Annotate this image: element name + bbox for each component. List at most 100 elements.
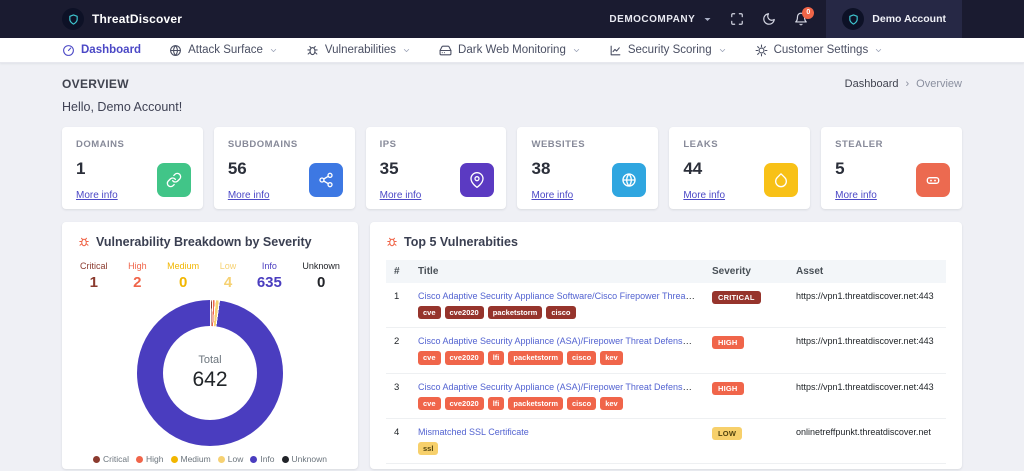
tag-badge: cisco	[567, 397, 596, 410]
chevron-down-icon	[269, 46, 278, 55]
severity-stats: Critical1High2Medium0Low4Info635Unknown0	[78, 261, 342, 291]
breadcrumb: Dashboard › Overview	[845, 78, 962, 90]
company-selector[interactable]: DEMOCOMPANY	[609, 14, 712, 25]
nav-item-attack-surface[interactable]: Attack Surface	[169, 44, 278, 57]
dark-mode-toggle[interactable]	[762, 12, 776, 26]
vulnerability-link[interactable]: Cisco Adaptive Security Appliance (ASA)/…	[418, 382, 696, 393]
stat-card-ips: IPS35More info	[366, 127, 507, 209]
severity-stat-info: Info635	[257, 261, 282, 291]
nav-item-dashboard[interactable]: Dashboard	[62, 44, 141, 57]
asset-value: https://vpn1.threatdiscover.net:443	[796, 336, 934, 346]
company-name: DEMOCOMPANY	[609, 14, 695, 25]
chart-legend: Critical High Medium Low Info Unknown	[78, 454, 342, 464]
bug-icon	[78, 236, 90, 248]
severity-badge: HIGH	[712, 336, 744, 349]
tag-badge: cve	[418, 397, 441, 410]
severity-donut-chart: Total 642	[137, 300, 283, 446]
stat-card-stealer: STEALER5More info	[821, 127, 962, 209]
vulnerability-link[interactable]: Cisco Adaptive Security Appliance Softwa…	[418, 291, 696, 302]
tag-badge: cve	[418, 351, 441, 364]
row-number: 2	[386, 328, 410, 373]
stat-label: IPS	[380, 139, 493, 150]
stat-card-domains: DOMAINS1More info	[62, 127, 203, 209]
bug-icon	[306, 44, 319, 57]
legend-dot	[218, 456, 225, 463]
fullscreen-button[interactable]	[730, 12, 744, 26]
breadcrumb-parent[interactable]: Dashboard	[845, 78, 899, 90]
legend-item-critical: Critical	[93, 454, 129, 464]
table-row: 5Expired SSL CertificatesslLOWvpn1.threa…	[386, 464, 946, 470]
vulnerability-link[interactable]: Cisco Adaptive Security Appliance (ASA)/…	[418, 336, 696, 347]
stat-label: LEAKS	[683, 139, 796, 150]
vuln-table-title: Top 5 Vulnerabities	[404, 235, 518, 249]
nav-item-vulnerabilities[interactable]: Vulnerabilities	[306, 44, 411, 57]
asset-value: onlinetreffpunkt.threatdiscover.net	[796, 427, 931, 437]
avatar	[842, 8, 864, 30]
legend-dot	[93, 456, 100, 463]
chevron-down-icon	[402, 46, 411, 55]
row-number: 5	[386, 464, 410, 470]
bug-icon	[386, 236, 398, 248]
top-vulnerabilities-panel: Top 5 Vulnerabities #TitleSeverityAsset …	[370, 222, 962, 469]
stat-card-leaks: LEAKS44More info	[669, 127, 810, 209]
table-row: 3Cisco Adaptive Security Appliance (ASA)…	[386, 373, 946, 418]
nav-item-security-scoring[interactable]: Security Scoring	[609, 44, 727, 57]
legend-item-low: Low	[218, 454, 244, 464]
table-header-row: #TitleSeverityAsset	[386, 260, 946, 283]
brand-shield-icon	[62, 8, 84, 30]
tag-badge: cisco	[546, 306, 575, 319]
more-info-link[interactable]: More info	[835, 190, 877, 201]
notifications-button[interactable]: 0	[794, 12, 808, 26]
legend-item-high: High	[136, 454, 163, 464]
link-icon	[157, 163, 191, 197]
table-row: 2 Cisco Adaptive Security Appliance (ASA)…	[386, 328, 946, 373]
gauge-icon	[62, 44, 75, 57]
more-info-link[interactable]: More info	[683, 190, 725, 201]
column-header-severity: Severity	[704, 260, 788, 283]
legend-item-info: Info	[250, 454, 274, 464]
stats-row: DOMAINS1More infoSUBDOMAINS56More infoIP…	[62, 127, 962, 209]
legend-item-medium: Medium	[171, 454, 211, 464]
vulnerabilities-table: #TitleSeverityAsset 1Cisco Adaptive Secu…	[386, 260, 946, 469]
gear-icon	[755, 44, 768, 57]
asset-value: https://vpn1.threatdiscover.net:443	[796, 382, 934, 392]
tag-badge: cisco	[567, 351, 596, 364]
mask-icon	[916, 163, 950, 197]
severity-stat-critical: Critical1	[80, 261, 108, 291]
severity-stat-medium: Medium0	[167, 261, 199, 291]
account-menu[interactable]: Demo Account	[826, 0, 962, 38]
account-name: Demo Account	[872, 13, 946, 25]
nav-item-customer-settings[interactable]: Customer Settings	[755, 44, 884, 57]
brand[interactable]: ThreatDiscover	[62, 8, 182, 30]
chevron-down-icon	[572, 46, 581, 55]
column-header-asset: Asset	[788, 260, 946, 283]
legend-dot	[282, 456, 289, 463]
severity-stat-low: Low4	[220, 261, 237, 291]
tag-badge: lfi	[488, 397, 505, 410]
column-header-title: Title	[410, 260, 704, 283]
stat-label: SUBDOMAINS	[228, 139, 341, 150]
nav-item-dark-web-monitoring[interactable]: Dark Web Monitoring	[439, 44, 581, 57]
more-info-link[interactable]: More info	[228, 190, 270, 201]
donut-center-label: Total	[198, 354, 221, 366]
vulnerability-link[interactable]: Mismatched SSL Certificate	[418, 427, 529, 437]
table-row: 1Cisco Adaptive Security Appliance Softw…	[386, 283, 946, 328]
map-pin-icon	[460, 163, 494, 197]
more-info-link[interactable]: More info	[76, 190, 118, 201]
chevron-down-icon	[874, 46, 883, 55]
more-info-link[interactable]: More info	[531, 190, 573, 201]
stat-label: WEBSITES	[531, 139, 644, 150]
chart-icon	[609, 44, 622, 57]
brand-name: ThreatDiscover	[92, 12, 182, 26]
more-info-link[interactable]: More info	[380, 190, 422, 201]
droplet-icon	[764, 163, 798, 197]
tag-badge: cve2020	[445, 397, 484, 410]
tag-badge: packetstorm	[508, 351, 563, 364]
legend-dot	[250, 456, 257, 463]
stat-label: STEALER	[835, 139, 948, 150]
server-icon	[439, 44, 452, 57]
legend-item-unknown: Unknown	[282, 454, 327, 464]
main-content: OVERVIEW Dashboard › Overview Hello, Dem…	[0, 63, 1024, 471]
column-header-: #	[386, 260, 410, 283]
tag-badge: kev	[600, 351, 623, 364]
